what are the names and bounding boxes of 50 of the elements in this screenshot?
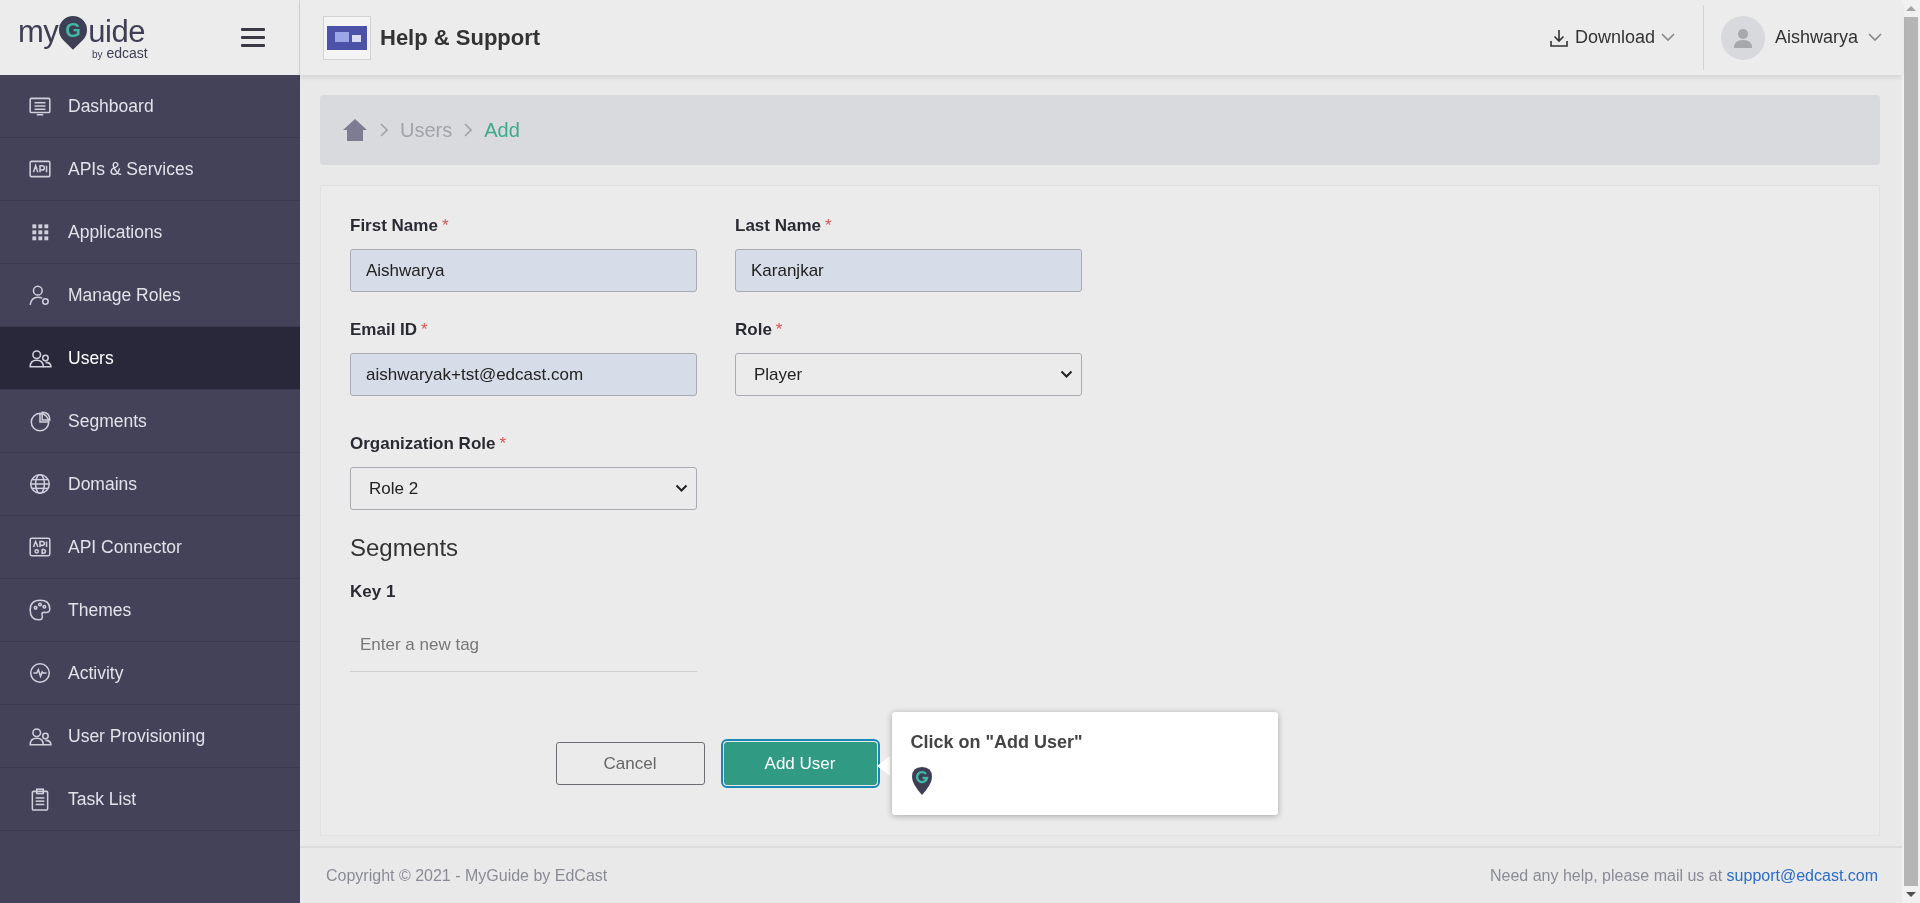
section-heading: Segments [350, 534, 460, 562]
field-label: Organization Role * [350, 434, 508, 454]
sidebar-item[interactable]: Activity [0, 642, 300, 705]
field-label: Last Name * [735, 216, 833, 236]
chevron-down-icon [675, 484, 688, 493]
help-text: Need any help, please mail us at support@edcast.com [1490, 866, 1878, 885]
api-connector-icon [28, 535, 52, 559]
text-field[interactable]: Aishwarya [350, 249, 697, 292]
location-pin-icon [910, 766, 933, 796]
text-field[interactable]: Karanjkar [735, 249, 1082, 292]
scrollbar[interactable] [1902, 0, 1920, 903]
dropdown[interactable]: Role 2 [350, 467, 697, 510]
tag-input-field[interactable]: Enter a new tag [350, 618, 697, 672]
email-link[interactable]: support@edcast.com [1726, 866, 1878, 884]
chevron-right-icon [464, 123, 473, 137]
sidebar-item[interactable]: Applications [0, 201, 300, 264]
sidebar-item[interactable]: API Connector [0, 516, 300, 579]
sidebar-item[interactable]: Users [0, 327, 300, 390]
text-field[interactable]: aishwaryak+tst@edcast.com [350, 353, 697, 396]
pie-chart-icon [28, 409, 52, 433]
chevron-icon[interactable] [1660, 33, 1675, 42]
field-label: First Name * [350, 216, 450, 236]
sidebar-item[interactable]: Segments [0, 390, 300, 453]
sidebar-item[interactable]: APIs & Services [0, 138, 300, 201]
sidebar-item[interactable]: Themes [0, 579, 300, 642]
download-icon[interactable] [1548, 27, 1569, 48]
field-label: Email ID * [350, 320, 429, 340]
chevron-right-icon [380, 123, 388, 137]
chevron-icon[interactable] [1868, 33, 1882, 42]
cancel-button[interactable]: Cancel [555, 742, 705, 785]
dropdown[interactable]: Player [735, 353, 1082, 396]
sidebar-item[interactable]: User Provisioning [0, 705, 300, 768]
sidebar-item[interactable]: Dashboard [0, 75, 300, 138]
logo: my G uide by edcast [18, 15, 148, 60]
tooltip-text: Click on "Add User" [910, 732, 1084, 753]
home-icon[interactable] [342, 118, 368, 142]
field-label: Key 1 [350, 582, 397, 602]
field-label: Role * [735, 320, 784, 340]
sidebar-item[interactable]: Domains [0, 453, 300, 516]
chevron-down-icon [1060, 370, 1073, 379]
user-gear-icon [28, 283, 52, 307]
palette-icon [28, 598, 52, 622]
illustration-thumbnail [323, 15, 371, 60]
page-title: Help & Support [380, 24, 542, 51]
globe-icon [28, 472, 52, 496]
pulse-icon [28, 661, 52, 685]
user-menu[interactable]: Aishwarya [1774, 27, 1858, 48]
copyright-text: Copyright © 2021 - MyGuide by EdCast [326, 866, 608, 885]
sidebar-item[interactable]: Task List [0, 768, 300, 831]
download-button[interactable]: Download [1548, 27, 1703, 48]
